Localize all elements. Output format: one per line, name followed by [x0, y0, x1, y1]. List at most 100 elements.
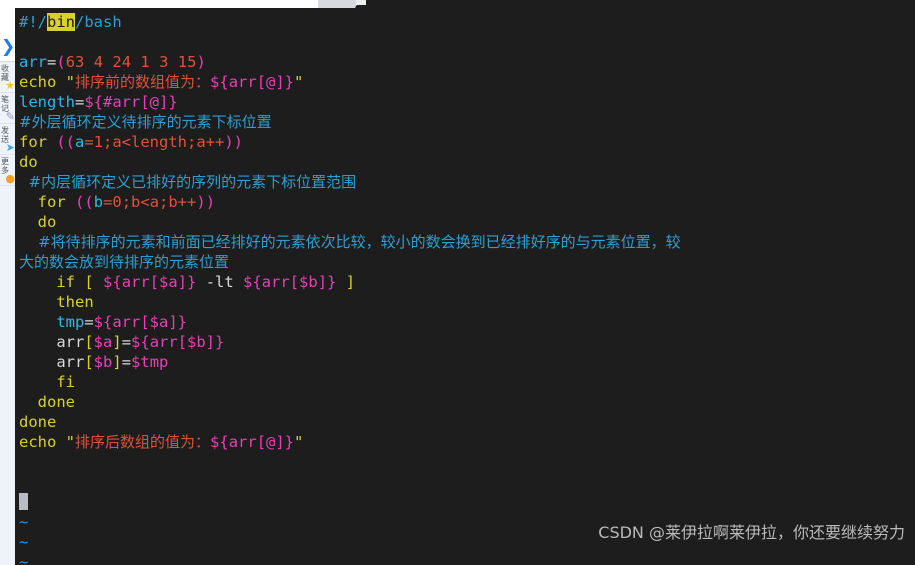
- code-token: ]: [112, 333, 122, 351]
- browser-tab-shape-secondary[interactable]: [356, 0, 366, 5]
- vim-tilde-marker: ~: [19, 553, 29, 565]
- code-token: ": [65, 73, 76, 91]
- code-token: b: [93, 193, 104, 211]
- code-line: echo "排序前的数组值为：${arr[@]}": [19, 72, 915, 92]
- code-line: fi: [19, 372, 915, 392]
- chevron-right-icon[interactable]: ❯: [1, 39, 15, 56]
- code-token: =: [75, 93, 85, 111]
- code-token: ]: [112, 353, 122, 371]
- code-token: arr: [56, 353, 85, 371]
- code-token: $a: [93, 333, 113, 351]
- star-icon: ★: [5, 79, 15, 92]
- code-token: ]: [345, 273, 356, 291]
- code-token: [: [84, 353, 94, 371]
- browser-sidebar: ❯ 收藏 ★ 笔记 ✎ 发送 ➤ 更多 ●: [0, 9, 15, 565]
- pencil-icon: ✎: [5, 110, 15, 123]
- sidebar-item-0[interactable]: 收藏 ★: [0, 62, 15, 93]
- screen-root: ❯ 收藏 ★ 笔记 ✎ 发送 ➤ 更多 ● #!/bin/bash arr=(6…: [0, 0, 915, 565]
- code-token: =1;a<length;a++: [84, 133, 225, 151]
- cursor-line: [19, 492, 915, 512]
- code-line: done: [19, 412, 915, 432]
- code-line: for ((a=1;a<length;a++)): [19, 132, 915, 152]
- code-token: (: [56, 53, 66, 71]
- sidebar-item-1[interactable]: 笔记 ✎: [0, 93, 15, 124]
- code-line: echo "排序后数组的值为：${arr[@]}": [19, 432, 915, 452]
- code-token: ": [65, 433, 76, 451]
- code-token: /bash: [75, 13, 122, 31]
- block-cursor: [19, 493, 28, 510]
- code-token: do: [37, 213, 57, 231]
- code-token: do: [19, 153, 38, 171]
- browser-tab-shape[interactable]: [318, 0, 360, 8]
- code-line: if [ ${arr[$a]} -lt ${arr[$b]} ]: [19, 272, 915, 292]
- code-line: length=${#arr[@]}: [19, 92, 915, 112]
- code-token: =: [121, 353, 132, 371]
- code-token: -lt: [205, 273, 234, 291]
- code-token: ${arr[$b]}: [131, 333, 225, 351]
- code-token: $tmp: [131, 353, 169, 371]
- code-token: bin: [47, 13, 75, 31]
- code-token: [: [84, 333, 94, 351]
- code-token: arr: [19, 53, 47, 71]
- csdn-watermark: CSDN @莱伊拉啊莱伊拉，你还要继续努力: [598, 523, 905, 542]
- code-token: for: [37, 193, 66, 211]
- code-token: =: [121, 333, 132, 351]
- code-line: #将待排序的元素和前面已经排好的元素依次比较，较小的数会换到已经排好序的与元素位…: [19, 232, 915, 252]
- code-buffer[interactable]: #!/bin/bash arr=(63 4 24 1 3 15) echo "排序…: [19, 12, 915, 492]
- code-token: 排序前的数组值为：: [75, 73, 211, 91]
- sidebar-header: [0, 9, 15, 37]
- code-line: #内层循环定义已排好的序列的元素下标位置范围: [19, 172, 915, 192]
- code-token: done: [37, 393, 75, 411]
- code-token: )): [224, 133, 244, 151]
- code-token: arr: [56, 333, 85, 351]
- code-line: #!/bin/bash: [19, 12, 915, 32]
- sidebar-item-2[interactable]: 发送 ➤: [0, 124, 15, 155]
- code-token: $b: [93, 353, 113, 371]
- code-token: ${arr[$b]}: [243, 273, 337, 291]
- code-line: done: [19, 392, 915, 412]
- code-line: tmp=${arr[$a]}: [19, 312, 915, 332]
- code-token: =0;b<a;b++: [103, 193, 197, 211]
- code-token: 1: [140, 53, 150, 71]
- terminal-vim-editor[interactable]: #!/bin/bash arr=(63 4 24 1 3 15) echo "排序…: [15, 8, 915, 565]
- code-token: 4: [93, 53, 104, 71]
- code-token: =: [47, 53, 57, 71]
- code-token: 排序后数组的值为：: [75, 433, 211, 451]
- code-token: ((: [56, 133, 76, 151]
- sidebar-item-3[interactable]: 更多 ●: [0, 155, 15, 186]
- code-token: [: [84, 273, 94, 291]
- code-token: =: [84, 313, 94, 331]
- code-line: arr[$a]=${arr[$b]}: [19, 332, 915, 352]
- plane-icon: ➤: [5, 141, 15, 154]
- code-token: #内层循环定义已排好的序列的元素下标位置范围: [19, 173, 357, 191]
- code-line: arr=(63 4 24 1 3 15): [19, 52, 915, 72]
- code-token: ": [294, 433, 304, 451]
- code-token: ((: [75, 193, 94, 211]
- code-token: then: [56, 293, 94, 311]
- code-token: 大的数会放到待排序的元素位置: [19, 253, 230, 271]
- code-token: length: [19, 93, 75, 111]
- code-token: 15: [177, 53, 197, 71]
- code-line: then: [19, 292, 915, 312]
- code-line: do: [19, 212, 915, 232]
